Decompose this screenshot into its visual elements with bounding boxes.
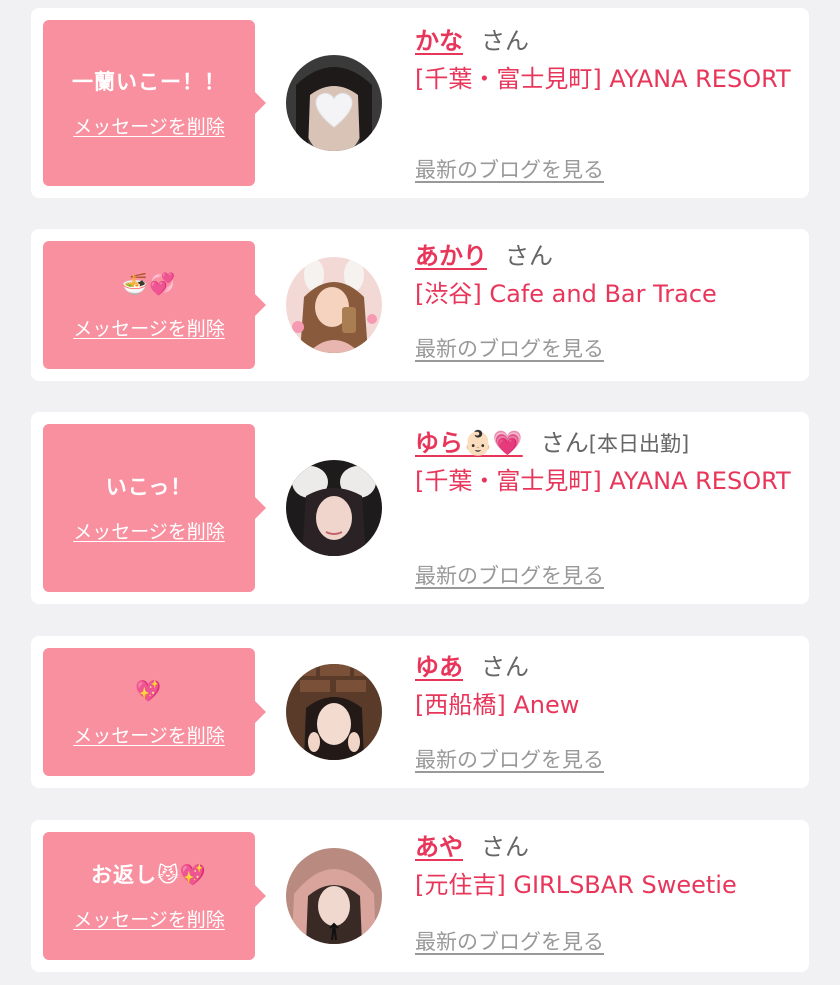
- shop-name: [西船橋] Anew: [415, 691, 580, 719]
- shop-name: [千葉・富士見町] AYANA RESORT: [415, 467, 791, 495]
- message-card: いこっ！ メッセージを削除 ゆら👶🏻💗 さん[本日出勤] [千葉・富士見町] AY…: [31, 412, 809, 604]
- name-line: ゆあ さん: [415, 650, 805, 685]
- girl-name-link[interactable]: ゆあ: [415, 653, 463, 681]
- name-line: かな さん: [415, 24, 805, 59]
- message-text: 💖: [135, 678, 163, 703]
- latest-blog-link[interactable]: 最新のブログを見る: [415, 560, 604, 590]
- name-line: あかり さん: [415, 239, 805, 274]
- honorific: さん: [540, 429, 589, 457]
- delete-message-link[interactable]: メッセージを削除: [73, 112, 225, 139]
- shop-name: [千葉・富士見町] AYANA RESORT: [415, 65, 791, 93]
- message-text: いこっ！: [105, 474, 193, 499]
- status-badge: [本日出勤]: [588, 432, 690, 456]
- honorific: さん: [481, 653, 529, 681]
- message-bubble: 一蘭いこー！！ メッセージを削除: [43, 20, 266, 186]
- message-card: 🍜💞 メッセージを削除 あかり さん [渋谷] Cafe and Bar Trac…: [31, 229, 809, 381]
- avatar[interactable]: [286, 848, 382, 944]
- message-card: お返し😼💖 メッセージを削除 あや さん [元住吉] GIRLSBAR Sweet…: [31, 820, 809, 972]
- girl-name-link[interactable]: あかり: [415, 242, 487, 270]
- message-text: お返し😼💖: [90, 862, 208, 887]
- honorific: さん: [481, 833, 529, 861]
- latest-blog-link[interactable]: 最新のブログを見る: [415, 926, 604, 956]
- latest-blog-link[interactable]: 最新のブログを見る: [415, 154, 604, 184]
- message-card: 💖 メッセージを削除 ゆあ さん [西船橋] Anew 最新のブログを見る: [31, 636, 809, 788]
- latest-blog-link[interactable]: 最新のブログを見る: [415, 333, 604, 363]
- girl-info: あかり さん [渋谷] Cafe and Bar Trace 最新のブログを見る: [415, 239, 805, 361]
- girl-info: かな さん [千葉・富士見町] AYANA RESORT 最新のブログを見る: [415, 24, 805, 182]
- avatar[interactable]: [286, 460, 382, 556]
- latest-blog-link[interactable]: 最新のブログを見る: [415, 744, 604, 774]
- delete-message-link[interactable]: メッセージを削除: [73, 905, 225, 932]
- avatar[interactable]: [286, 55, 382, 151]
- delete-message-link[interactable]: メッセージを削除: [73, 721, 225, 748]
- girl-name-link[interactable]: かな: [415, 27, 463, 55]
- avatar[interactable]: [286, 664, 382, 760]
- shop-name: [元住吉] GIRLSBAR Sweetie: [415, 871, 737, 899]
- message-text: 🍜💞: [121, 271, 177, 296]
- message-text: 一蘭いこー！！: [72, 69, 226, 94]
- name-line: ゆら👶🏻💗 さん[本日出勤]: [415, 426, 805, 461]
- girl-info: あや さん [元住吉] GIRLSBAR Sweetie 最新のブログを見る: [415, 830, 805, 954]
- girl-info: ゆあ さん [西船橋] Anew 最新のブログを見る: [415, 650, 805, 772]
- girl-name-link[interactable]: あや: [415, 833, 463, 861]
- message-bubble: いこっ！ メッセージを削除: [43, 424, 266, 592]
- message-list: 一蘭いこー！！ メッセージを削除 かな さん [千葉・富士見町] AYANA RE…: [0, 0, 840, 985]
- message-bubble: お返し😼💖 メッセージを削除: [43, 832, 266, 960]
- shop-name: [渋谷] Cafe and Bar Trace: [415, 280, 717, 308]
- girl-info: ゆら👶🏻💗 さん[本日出勤] [千葉・富士見町] AYANA RESORT 最新の…: [415, 426, 805, 588]
- message-bubble: 💖 メッセージを削除: [43, 648, 266, 776]
- delete-message-link[interactable]: メッセージを削除: [73, 314, 225, 341]
- message-bubble: 🍜💞 メッセージを削除: [43, 241, 266, 369]
- avatar[interactable]: [286, 257, 382, 353]
- honorific: さん: [505, 242, 553, 270]
- name-line: あや さん: [415, 830, 805, 865]
- honorific: さん: [481, 27, 529, 55]
- message-card: 一蘭いこー！！ メッセージを削除 かな さん [千葉・富士見町] AYANA RE…: [31, 8, 809, 198]
- delete-message-link[interactable]: メッセージを削除: [73, 517, 225, 544]
- girl-name-link[interactable]: ゆら👶🏻💗: [415, 429, 523, 457]
